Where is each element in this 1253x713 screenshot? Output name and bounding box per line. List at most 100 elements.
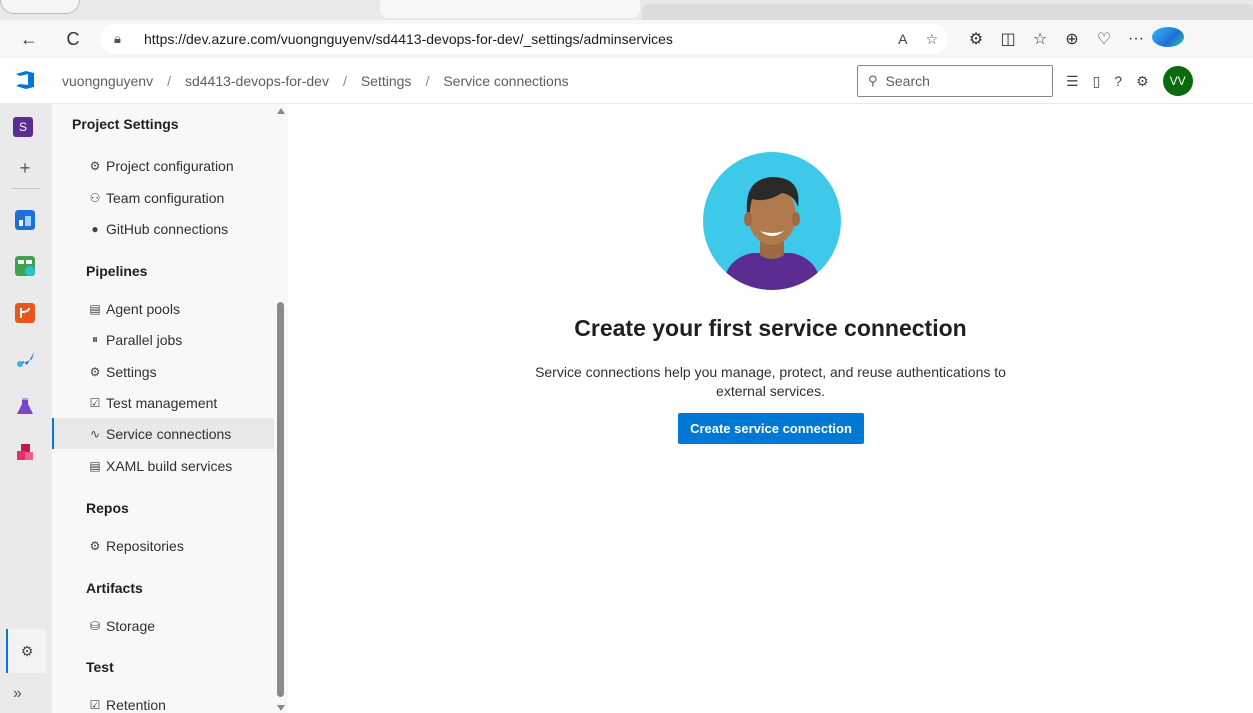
service-connection-icon: ∿ [89,426,101,441]
azure-devops-logo-icon[interactable] [14,70,36,90]
boards-icon[interactable] [13,254,37,278]
browser-toolbar: ← C 🔒︎ https://dev.azure.com/vuongnguyen… [0,20,1253,58]
breadcrumb-current[interactable]: Service connections [443,73,568,89]
nav-item-label: Service connections [106,425,232,442]
project-settings-icon[interactable]: ⚙ [6,629,46,673]
user-settings-icon[interactable]: ⚙ [1136,73,1149,90]
scroll-thumb[interactable] [277,302,284,697]
project-badge[interactable]: S [13,117,33,137]
test-management-icon: ☑ [89,395,101,410]
favorites-icon[interactable]: ☆ [1024,29,1056,49]
copilot-icon[interactable] [1152,26,1184,52]
nav-item-test-management[interactable]: ☑ Test management [52,387,274,418]
extensions-icon[interactable]: ⚙ [960,29,992,49]
header-actions: ☰ ▯ ? ⚙ VV [1066,58,1193,104]
search-placeholder: Search [885,73,930,89]
nav-item-service-connections[interactable]: ∿ Service connections [52,418,274,449]
pipelines-icon[interactable] [13,347,37,371]
address-bar[interactable]: 🔒︎ https://dev.azure.com/vuongnguyenv/sd… [100,24,948,54]
gear-icon: ⚙ [89,364,101,379]
nav-item-label: Storage [106,617,156,634]
nav-item-label: Retention [106,696,166,713]
expand-rail-icon[interactable]: » [13,685,22,703]
performance-icon[interactable]: ♡ [1088,29,1120,49]
agent-pool-icon: ▤ [89,301,101,316]
favorite-star-icon[interactable]: ☆ [925,31,938,48]
nav-item-retention[interactable]: ☑ Retention [52,689,274,713]
parallel-jobs-icon: ⏸ [91,332,98,346]
browser-tab[interactable] [0,0,80,14]
section-artifacts: Artifacts [86,580,143,596]
nav-item-repositories[interactable]: ⚙ Repositories [52,530,274,561]
test-plans-icon[interactable] [13,394,37,418]
person-illustration [703,152,841,290]
breadcrumb-separator: / [425,73,430,89]
lock-icon: 🔒︎ [114,31,121,46]
nav-item-github-connections[interactable]: ● GitHub connections [52,213,274,244]
url-text: https://dev.azure.com/vuongnguyenv/sd441… [144,31,673,47]
empty-state-description: Service connections help you manage, pro… [535,364,1006,399]
breadcrumb-separator: / [342,73,347,89]
retention-icon: ☑ [89,697,101,712]
nav-item-label: Settings [106,363,157,380]
nav-item-agent-pools[interactable]: ▤ Agent pools [52,293,274,324]
refresh-icon[interactable]: C [58,24,88,54]
browser-tab-active[interactable] [380,0,640,18]
section-test: Test [86,659,114,675]
browser-tab[interactable] [642,4,1253,20]
nav-item-xaml-build-services[interactable]: ▤ XAML build services [52,450,274,481]
scroll-down-icon[interactable] [277,705,285,711]
nav-item-team-configuration[interactable]: ⚇ Team configuration [52,182,274,213]
service-rail: S + ⚙ » [0,104,52,713]
breadcrumb: vuongnguyenv / sd4413-devops-for-dev / S… [62,58,569,104]
scrollbar[interactable] [274,104,288,713]
nav-item-label: Test management [106,394,218,411]
nav-item-label: GitHub connections [106,220,229,237]
new-item-plus-icon[interactable]: + [13,156,37,180]
overview-icon[interactable] [13,208,37,232]
marketplace-bag-icon[interactable]: ▯ [1093,73,1101,90]
nav-item-label: Team configuration [106,189,225,206]
avatar[interactable]: VV [1162,66,1193,96]
section-pipelines: Pipelines [86,263,148,279]
create-service-connection-button[interactable]: Create service connection [678,413,864,444]
nav-item-storage[interactable]: ⛁ Storage [52,610,274,641]
breadcrumb-settings[interactable]: Settings [361,73,412,89]
main-content: Create your first service connection Ser… [288,104,1253,713]
agent-pool-icon: ▤ [89,458,101,473]
nav-item-label: XAML build services [106,457,233,474]
ado-header: vuongnguyenv / sd4413-devops-for-dev / S… [0,58,1253,104]
nav-item-label: Project configuration [106,157,234,174]
search-input[interactable]: ⚲ Search [857,65,1053,97]
github-icon: ● [91,221,99,236]
breadcrumb-project[interactable]: sd4413-devops-for-dev [185,73,329,89]
nav-item-parallel-jobs[interactable]: ⏸ Parallel jobs [52,324,274,355]
section-repos: Repos [86,500,129,516]
settings-nav: Project Settings ⚙ Project configuration… [52,104,288,713]
scroll-up-icon[interactable] [277,108,285,114]
search-icon: ⚲ [868,73,878,88]
back-icon[interactable]: ← [14,24,44,54]
browser-tabstrip [0,0,1253,20]
read-aloud-icon[interactable]: A [898,31,907,47]
nav-item-project-configuration[interactable]: ⚙ Project configuration [52,150,274,181]
nav-item-label: Repositories [106,537,184,554]
nav-title: Project Settings [72,116,179,132]
repos-icon[interactable] [13,301,37,325]
empty-state-title: Create your first service connection [574,315,967,341]
task-list-icon[interactable]: ☰ [1066,73,1079,90]
help-icon[interactable]: ? [1114,73,1122,89]
collections-icon[interactable]: ⊕ [1056,29,1088,49]
more-icon[interactable]: ··· [1120,30,1152,48]
gear-icon: ⚙ [89,158,101,173]
split-screen-icon[interactable]: ◫ [992,29,1024,49]
rail-divider [12,188,40,189]
storage-icon: ⛁ [89,618,101,633]
gear-icon: ⚙ [89,538,101,553]
nav-item-label: Parallel jobs [106,331,183,348]
nav-item-settings[interactable]: ⚙ Settings [52,356,274,387]
artifacts-icon[interactable] [13,440,37,464]
team-icon: ⚇ [89,190,101,205]
breadcrumb-org[interactable]: vuongnguyenv [62,73,153,89]
nav-item-label: Agent pools [106,300,180,317]
